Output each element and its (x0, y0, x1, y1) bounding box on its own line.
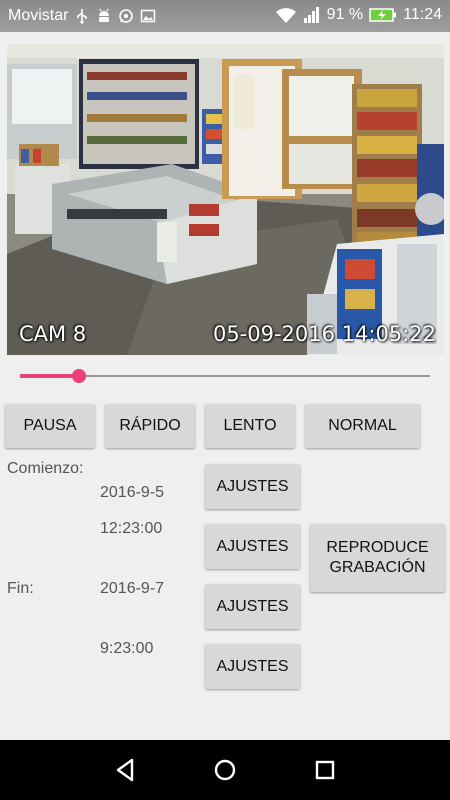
camera-timestamp: 05-09-2016 14:05:22 (212, 322, 436, 346)
play-recording-line2: GRABACIÓN (329, 559, 426, 576)
recents-icon[interactable] (311, 756, 339, 784)
pause-button[interactable]: PAUSA (5, 404, 95, 448)
usb-icon (77, 9, 87, 24)
play-recording-button[interactable]: REPRODUCE GRABACIÓN (310, 524, 445, 592)
status-right: 91 % 11:24 (275, 6, 442, 24)
battery-charging-icon (369, 8, 397, 22)
start-time: 12:23:00 (100, 520, 163, 537)
camera-video-view[interactable]: CAM 8 05-09-2016 14:05:22 (7, 44, 444, 355)
start-date-adjust-button[interactable]: AJUSTES (205, 464, 300, 509)
notification-icons (74, 8, 156, 24)
play-recording-line1: REPRODUCE (326, 539, 429, 556)
status-bar: Movistar 91 % 11:24 (0, 0, 450, 32)
seekbar-thumb[interactable] (72, 369, 86, 383)
start-date: 2016-9-5 (100, 484, 165, 501)
start-label: Comienzo: (7, 460, 84, 477)
end-date-adjust-button[interactable]: AJUSTES (205, 584, 300, 629)
end-label: Fin: (7, 580, 34, 597)
playback-seekbar[interactable] (20, 366, 430, 386)
clock: 11:24 (403, 6, 442, 23)
back-icon[interactable] (112, 756, 140, 784)
camera-label: CAM 8 (19, 322, 87, 346)
slow-button[interactable]: LENTO (205, 404, 295, 448)
normal-button[interactable]: NORMAL (305, 404, 420, 448)
navigation-bar (0, 740, 450, 800)
carrier-name: Movistar (8, 7, 69, 24)
start-time-adjust-button[interactable]: AJUSTES (205, 524, 300, 569)
image-icon (140, 9, 156, 23)
whatsapp-icon (119, 9, 133, 23)
signal-icon (303, 7, 319, 23)
seekbar-progress (20, 374, 79, 378)
end-time-adjust-button[interactable]: AJUSTES (205, 644, 300, 689)
end-time: 9:23:00 (100, 640, 154, 657)
wifi-icon (275, 8, 296, 23)
store-camera-image (7, 44, 444, 355)
end-date: 2016-9-7 (100, 580, 165, 597)
home-icon[interactable] (211, 756, 239, 784)
android-icon (99, 8, 109, 22)
battery-percent: 91 % (326, 6, 364, 23)
fast-button[interactable]: RÁPIDO (105, 404, 195, 448)
